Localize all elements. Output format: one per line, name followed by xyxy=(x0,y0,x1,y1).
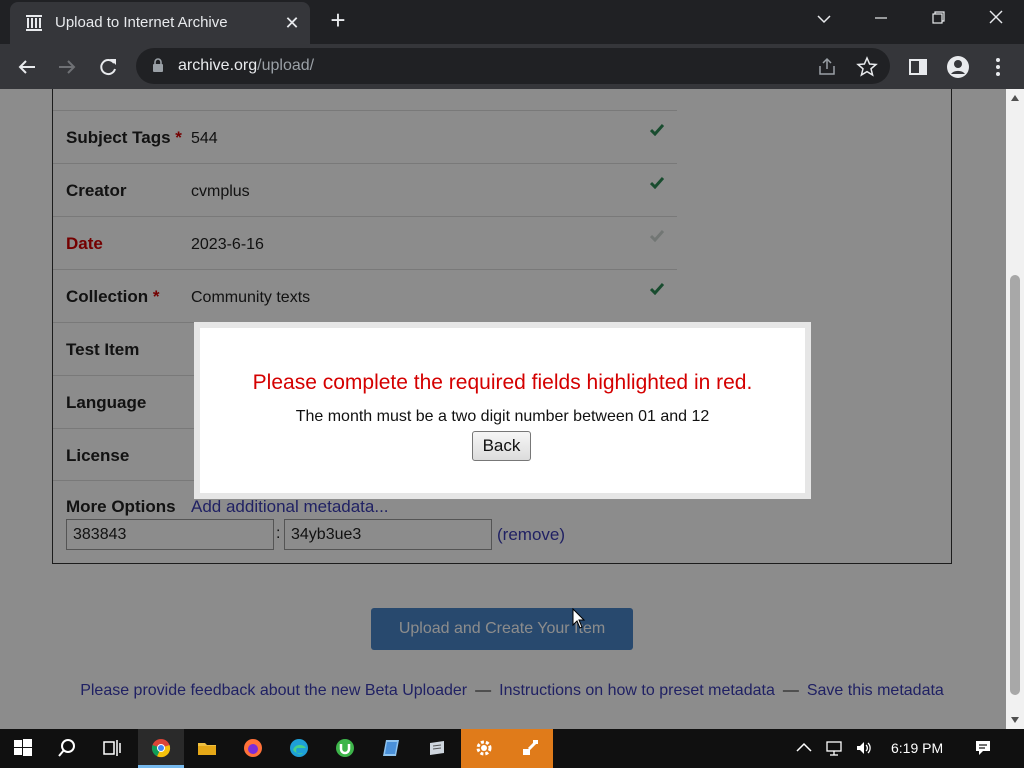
search-icon xyxy=(58,739,75,757)
scroll-down-arrow-icon[interactable] xyxy=(1011,717,1019,723)
taskbar-clock[interactable]: 6:19 PM xyxy=(891,740,943,756)
url-host: archive.org xyxy=(178,57,258,74)
utorrent-icon xyxy=(336,739,354,757)
start-button[interactable] xyxy=(0,729,46,768)
url-path: /upload/ xyxy=(257,57,315,74)
network-icon[interactable] xyxy=(825,739,843,757)
dialog-title: Please complete the required fields high… xyxy=(252,371,753,394)
side-panel-icon[interactable] xyxy=(903,52,933,82)
browser-tab-active[interactable]: Upload to Internet Archive ✕ xyxy=(10,2,310,44)
taskbar-firefox[interactable] xyxy=(230,729,276,768)
taskbar-app-orange[interactable] xyxy=(507,729,553,768)
share-icon[interactable] xyxy=(816,56,838,78)
notification-icon[interactable] xyxy=(974,739,992,757)
reload-icon[interactable] xyxy=(93,52,123,82)
tab-title: Upload to Internet Archive xyxy=(55,14,228,31)
close-window-button[interactable] xyxy=(976,6,1016,34)
page-scrollbar[interactable] xyxy=(1006,89,1024,729)
tab-search-icon[interactable] xyxy=(804,6,844,34)
task-view-icon xyxy=(103,740,121,756)
document-app-icon xyxy=(430,741,444,755)
tool-app-icon xyxy=(523,740,538,755)
taskbar-app-blue[interactable] xyxy=(368,729,414,768)
minimize-button[interactable] xyxy=(861,6,901,34)
forward-arrow-icon[interactable] xyxy=(52,52,82,82)
scrollbar-thumb[interactable] xyxy=(1010,275,1020,695)
back-button[interactable]: Back xyxy=(472,431,531,461)
firefox-icon xyxy=(244,739,262,757)
new-tab-button[interactable]: + xyxy=(325,7,351,34)
chevron-up-icon[interactable] xyxy=(795,739,813,757)
bookmark-star-icon[interactable] xyxy=(856,56,878,78)
url-text: archive.org/upload/ xyxy=(178,57,314,75)
menu-kebab-icon[interactable] xyxy=(983,52,1013,82)
windows-taskbar: 6:19 PM xyxy=(0,729,1024,768)
address-bar[interactable]: archive.org/upload/ xyxy=(136,48,890,84)
browser-toolbar: archive.org/upload/ xyxy=(0,44,1024,89)
search-button[interactable] xyxy=(44,729,90,768)
folder-icon xyxy=(198,743,216,755)
chrome-icon xyxy=(151,739,171,758)
windows-logo-icon xyxy=(14,739,32,756)
lock-icon xyxy=(153,58,163,72)
taskbar-file-explorer[interactable] xyxy=(184,729,230,768)
back-arrow-icon[interactable] xyxy=(12,52,42,82)
validation-error-dialog: Please complete the required fields high… xyxy=(194,322,811,499)
volume-icon[interactable] xyxy=(855,739,873,757)
taskbar-utorrent[interactable] xyxy=(322,729,368,768)
internet-archive-icon xyxy=(26,15,42,31)
restore-button[interactable] xyxy=(918,6,958,34)
dialog-message: The month must be a two digit number bet… xyxy=(295,408,710,425)
mouse-cursor-icon xyxy=(572,608,586,629)
book-app-icon xyxy=(383,740,399,756)
gear-icon xyxy=(476,740,492,756)
browser-titlebar: Upload to Internet Archive ✕ + xyxy=(0,0,1024,44)
taskbar-settings[interactable] xyxy=(461,729,507,768)
taskbar-app-gray[interactable] xyxy=(414,729,460,768)
scroll-up-arrow-icon[interactable] xyxy=(1011,95,1019,101)
task-view-button[interactable] xyxy=(89,729,135,768)
taskbar-edge[interactable] xyxy=(276,729,322,768)
edge-icon xyxy=(290,739,308,757)
profile-avatar-icon[interactable] xyxy=(943,52,973,82)
page-viewport: Subject Tags * 544 Creator cvmplus Date … xyxy=(0,89,1006,729)
taskbar-chrome[interactable] xyxy=(138,729,184,768)
tab-close-icon[interactable]: ✕ xyxy=(280,11,304,35)
